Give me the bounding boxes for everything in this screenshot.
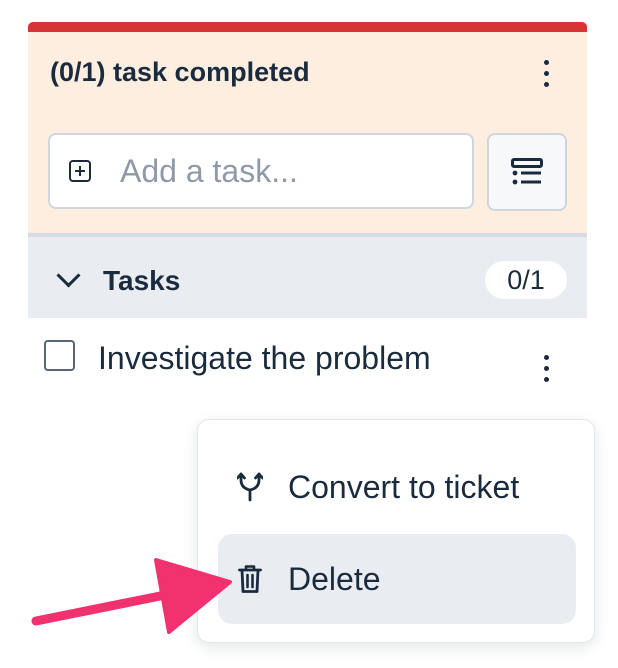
task-header: (0/1) task completed Add a task...: [28, 32, 587, 233]
tasks-section-label: Tasks: [103, 265, 181, 296]
fork-icon: [236, 470, 264, 504]
tasks-count-badge: 0/1: [485, 261, 567, 299]
task-row: Investigate the problem: [28, 318, 587, 408]
tasks-section-header[interactable]: Tasks 0/1: [28, 233, 587, 318]
list-view-button[interactable]: [487, 133, 567, 211]
list-icon: [511, 158, 543, 185]
task-title: Investigate the problem: [98, 340, 431, 376]
task-more-options-icon[interactable]: [541, 348, 551, 388]
add-task-placeholder: Add a task...: [120, 152, 298, 189]
task-checkbox[interactable]: [44, 340, 75, 371]
convert-to-ticket-menu-item[interactable]: Convert to ticket: [218, 442, 576, 532]
add-square-icon: [69, 160, 91, 182]
chevron-down-icon[interactable]: [56, 263, 81, 288]
convert-to-ticket-label: Convert to ticket: [288, 468, 520, 505]
delete-label: Delete: [288, 560, 381, 597]
task-context-menu: Convert to ticket Delete: [197, 419, 595, 643]
trash-icon: [236, 562, 264, 596]
delete-menu-item[interactable]: Delete: [218, 534, 576, 624]
header-more-options-icon[interactable]: [541, 53, 551, 93]
add-task-input[interactable]: Add a task...: [48, 133, 474, 209]
status-accent-bar: [28, 22, 587, 32]
task-widget: (0/1) task completed Add a task... Tasks…: [0, 0, 618, 668]
header-title: (0/1) task completed: [50, 57, 310, 87]
